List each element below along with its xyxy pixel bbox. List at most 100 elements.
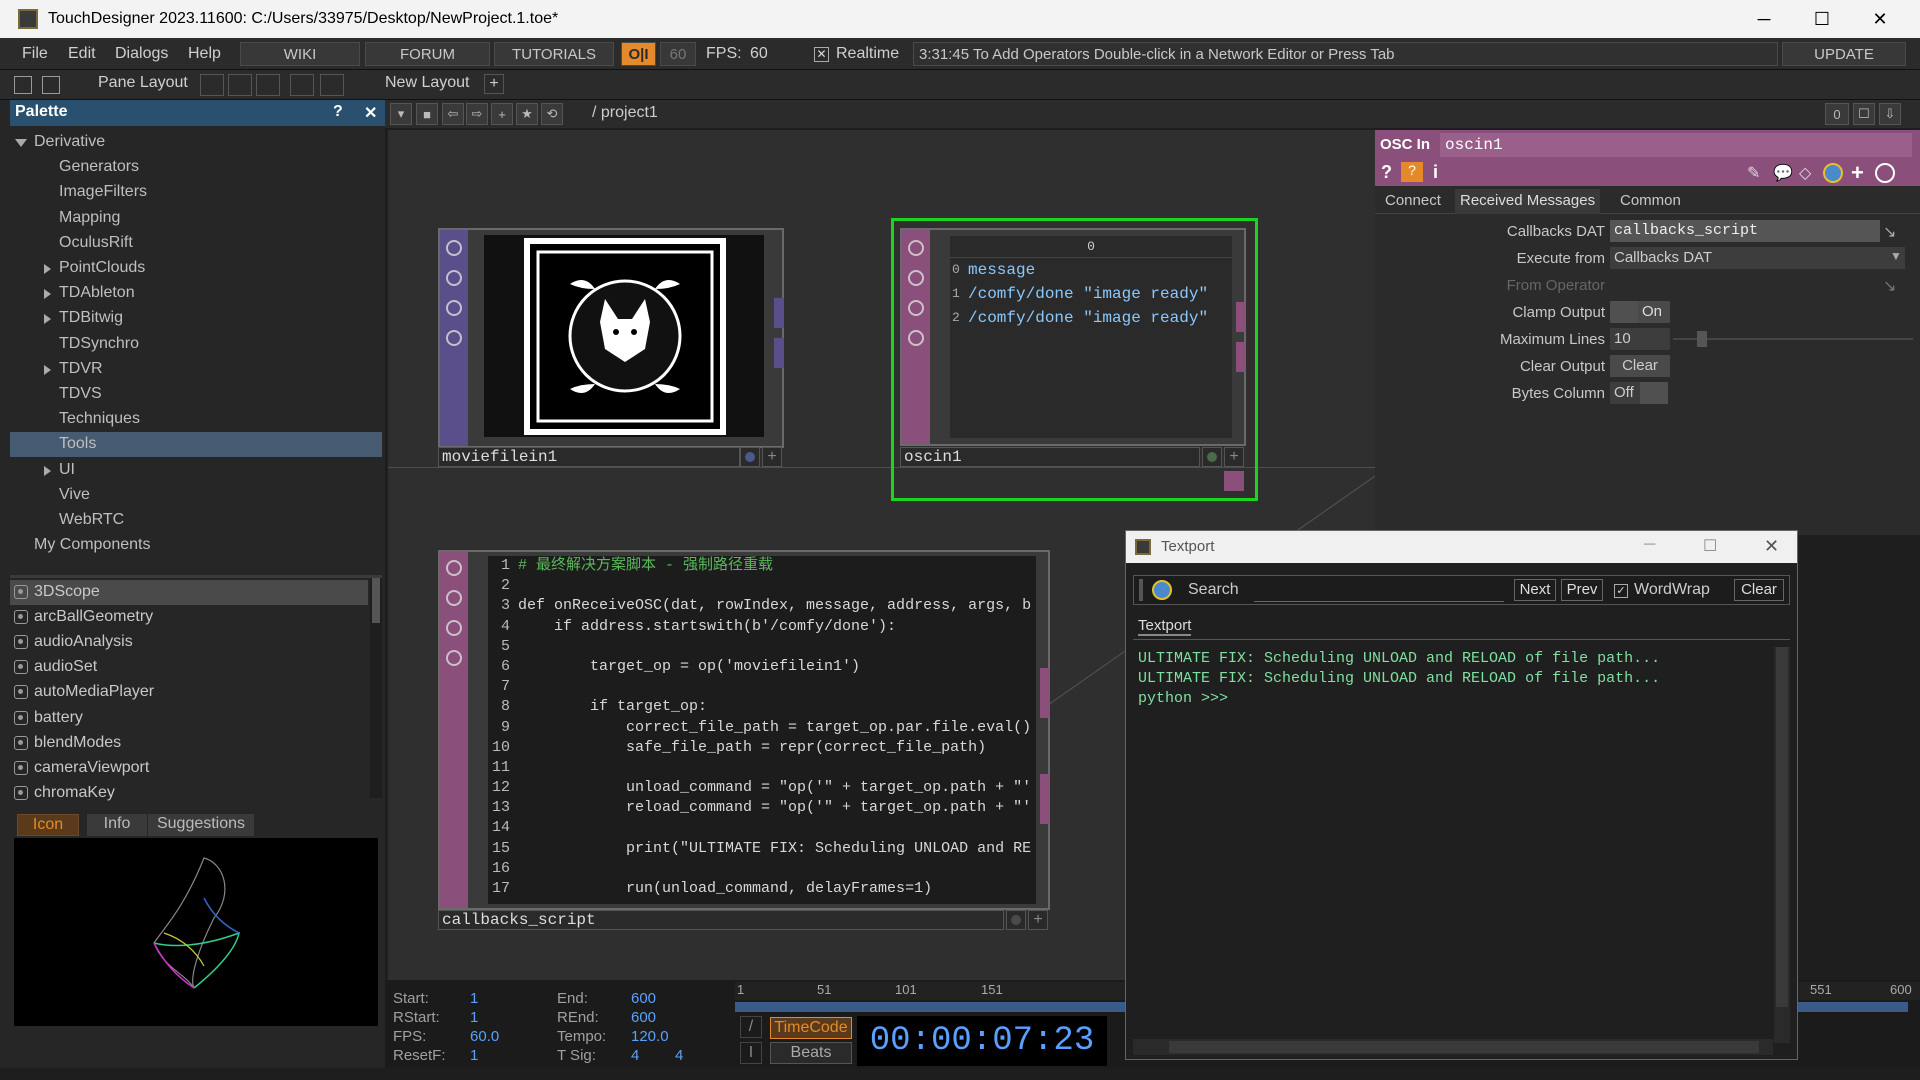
textport-maximize[interactable]: ☐: [1703, 536, 1717, 556]
update-button[interactable]: UPDATE: [1782, 42, 1906, 66]
help-icon[interactable]: ?: [1381, 162, 1392, 183]
oi-button[interactable]: O|I: [621, 42, 656, 66]
expand-right-icon[interactable]: [44, 465, 51, 476]
python-icon[interactable]: [1823, 163, 1843, 183]
expand-right-icon[interactable]: [44, 314, 51, 325]
textport-vscroll[interactable]: [1774, 647, 1790, 1043]
layout-split-vertical-icon[interactable]: [228, 74, 252, 96]
target-icon[interactable]: [1875, 163, 1895, 183]
palette-tree-item[interactable]: WebRTC: [10, 508, 382, 533]
palette-component-item[interactable]: autoMediaPlayer: [10, 680, 368, 705]
bypass-flag-icon[interactable]: [446, 560, 462, 576]
palette-tree-item[interactable]: TDVS: [10, 382, 382, 407]
op-name-field[interactable]: oscin1: [1440, 133, 1912, 157]
execute-from-dropdown[interactable]: Callbacks DAT: [1610, 247, 1905, 269]
viewer-flag-icon[interactable]: [446, 330, 462, 346]
menu-file[interactable]: File: [22, 45, 48, 63]
tag-icon[interactable]: ◇: [1799, 163, 1811, 183]
moviefilein-expand[interactable]: +: [762, 447, 782, 467]
tsig-numerator[interactable]: 4: [631, 1047, 639, 1064]
expand-right-icon[interactable]: [44, 289, 51, 300]
palette-tree-item[interactable]: PointClouds: [10, 256, 382, 281]
palette-tree-item[interactable]: Tools: [10, 432, 382, 458]
palette-component-item[interactable]: audioAnalysis: [10, 630, 368, 655]
parent-icon[interactable]: ⟲: [541, 103, 563, 125]
callbacks-node[interactable]: 1 # 最终解决方案脚本 - 强制路径重载 2 3 def onReceiveOSC(d…: [438, 550, 1050, 910]
moviefilein-node[interactable]: [438, 228, 784, 448]
next-button[interactable]: Next: [1514, 579, 1556, 601]
layout-three-icon[interactable]: [290, 74, 314, 96]
textport-hscroll[interactable]: [1133, 1039, 1773, 1055]
wiki-button[interactable]: WIKI: [240, 42, 360, 66]
palette-component-item[interactable]: battery: [10, 706, 368, 731]
callbacks-dat-field[interactable]: callbacks_script: [1610, 220, 1880, 242]
clamp-output-toggle-track[interactable]: [1610, 301, 1638, 323]
bookmark-icon[interactable]: ★: [516, 103, 538, 125]
palette-tree-item[interactable]: Derivative: [10, 130, 382, 155]
bytes-column-toggle[interactable]: Off: [1610, 382, 1640, 404]
max-lines-slider[interactable]: [1673, 338, 1913, 340]
palette-help-button[interactable]: ?: [333, 103, 343, 121]
minimize-button[interactable]: ─: [1735, 0, 1793, 38]
textport-close[interactable]: ✕: [1764, 536, 1779, 557]
display-flag-icon[interactable]: [908, 300, 924, 316]
tab-common[interactable]: Common: [1620, 192, 1681, 209]
wordwrap-checkbox[interactable]: ✓: [1614, 584, 1628, 598]
back-icon[interactable]: ⇦: [442, 103, 464, 125]
home-icon[interactable]: +: [491, 103, 513, 125]
palette-component-item[interactable]: 3DScope: [10, 580, 368, 605]
callbacks-viewer-toggle[interactable]: [1006, 910, 1026, 930]
callbacks-expand[interactable]: +: [1028, 910, 1048, 930]
viewer-flag-icon[interactable]: [908, 330, 924, 346]
add-layout-button[interactable]: +: [484, 74, 504, 94]
tsig-denominator[interactable]: 4: [675, 1047, 683, 1064]
beats-button[interactable]: Beats: [770, 1042, 852, 1064]
palette-component-item[interactable]: arcBallGeometry: [10, 605, 368, 630]
moviefilein-label[interactable]: moviefilein1: [438, 447, 740, 467]
expand-down-icon[interactable]: [15, 139, 27, 147]
search-input[interactable]: [1254, 580, 1504, 602]
clear-output-button[interactable]: Clear: [1610, 355, 1670, 377]
clamp-output-toggle[interactable]: On: [1638, 301, 1670, 323]
end-value[interactable]: 600: [631, 990, 656, 1007]
maximize-pane-icon[interactable]: ☐: [1853, 103, 1875, 125]
moviefilein-viewer-toggle[interactable]: [740, 447, 760, 467]
info-icon[interactable]: i: [1433, 162, 1438, 183]
max-lines-field[interactable]: 10: [1610, 328, 1670, 350]
palette-tree-item[interactable]: TDVR: [10, 357, 382, 382]
palette-tree-item[interactable]: TDSynchro: [10, 332, 382, 357]
menu-dialogs[interactable]: Dialogs: [115, 45, 168, 63]
palette-tree-item[interactable]: Generators: [10, 155, 382, 180]
viewer-flag-icon[interactable]: [446, 650, 462, 666]
network-path[interactable]: / project1: [592, 104, 658, 122]
beats-mode-toggle[interactable]: I: [740, 1042, 762, 1064]
palette-tree-item[interactable]: OculusRift: [10, 231, 382, 256]
timecode-button[interactable]: TimeCode: [770, 1017, 852, 1039]
tab-suggestions[interactable]: Suggestions: [148, 814, 254, 836]
pane-options-icon[interactable]: ⇩: [1879, 103, 1901, 125]
prev-button[interactable]: Prev: [1561, 579, 1603, 601]
maximize-button[interactable]: ☐: [1793, 0, 1851, 38]
palette-tree-item[interactable]: Vive: [10, 483, 382, 508]
palette-component-item[interactable]: audioSet: [10, 655, 368, 680]
palette-component-item[interactable]: cameraViewport: [10, 756, 368, 781]
display-flag-icon[interactable]: [446, 300, 462, 316]
timeline-ruler[interactable]: 1 51 101 151: [735, 982, 1125, 1000]
tutorials-button[interactable]: TUTORIALS: [494, 42, 614, 66]
palette-tree-item[interactable]: TDAbleton: [10, 281, 382, 306]
palette-component-item[interactable]: blendModes: [10, 731, 368, 756]
layout-single-icon[interactable]: [200, 74, 224, 96]
oscin-expand[interactable]: +: [1224, 447, 1244, 467]
menu-help[interactable]: Help: [188, 45, 221, 63]
python-icon[interactable]: [1152, 580, 1172, 600]
forward-icon[interactable]: ⇨: [466, 103, 488, 125]
forum-button[interactable]: FORUM: [365, 42, 490, 66]
op-picker-icon[interactable]: ↘: [1883, 222, 1896, 242]
callbacks-label[interactable]: callbacks_script: [438, 910, 1004, 930]
layout-four-icon[interactable]: [320, 74, 344, 96]
palette-tree-item[interactable]: UI: [10, 458, 382, 483]
palette-tree-item[interactable]: TDBitwig: [10, 306, 382, 331]
expand-right-icon[interactable]: [44, 364, 51, 375]
palette-component-item[interactable]: chromaKey: [10, 781, 368, 806]
fps-target-field[interactable]: 60: [660, 42, 696, 66]
